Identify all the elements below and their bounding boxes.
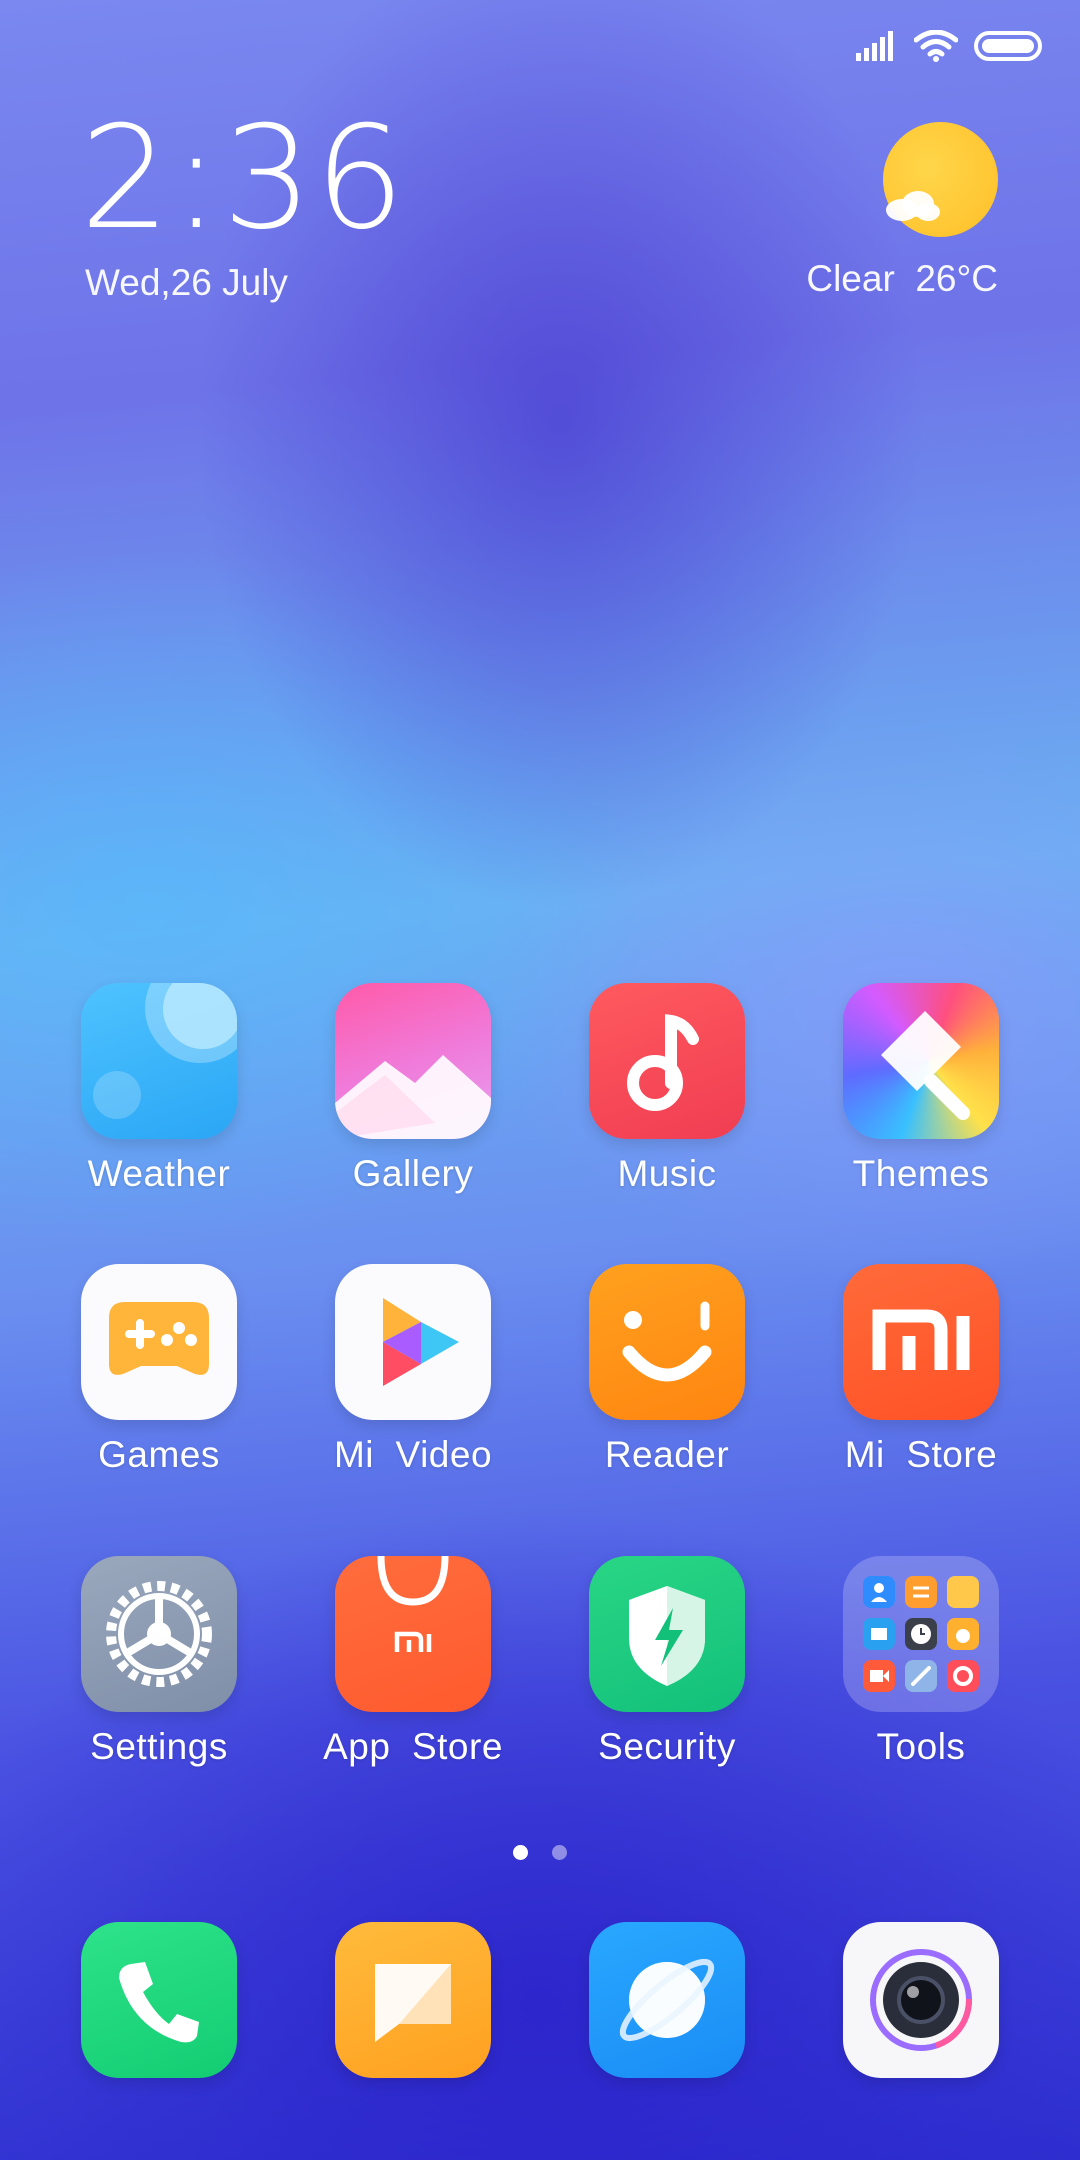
app-label: App Store: [323, 1726, 503, 1767]
wifi-icon: [914, 30, 958, 62]
app-reader[interactable]: Reader: [547, 1264, 787, 1476]
signal-icon: [856, 31, 898, 61]
settings-icon[interactable]: [81, 1556, 237, 1712]
app-label: Settings: [90, 1726, 228, 1767]
folder-icon[interactable]: [843, 1556, 999, 1712]
folder-tools[interactable]: Tools: [801, 1556, 1041, 1768]
app-games[interactable]: Games: [39, 1264, 279, 1476]
dock-camera[interactable]: [801, 1922, 1041, 2078]
dock-messages[interactable]: [293, 1922, 533, 2078]
battery-icon: [974, 31, 1042, 61]
cloud-icon: [886, 191, 940, 221]
themes-icon[interactable]: [843, 983, 999, 1139]
page-dot-2[interactable]: [552, 1845, 567, 1860]
app-app-store[interactable]: App Store: [293, 1556, 533, 1768]
mi-video-icon[interactable]: [335, 1264, 491, 1420]
app-label: Mi Video: [333, 1434, 493, 1475]
dock-phone[interactable]: [39, 1922, 279, 2078]
games-icon[interactable]: [81, 1264, 237, 1420]
browser-icon[interactable]: [589, 1922, 745, 2078]
weather-app-icon[interactable]: [81, 983, 237, 1139]
security-icon[interactable]: [589, 1556, 745, 1712]
status-bar: [856, 30, 1042, 62]
app-weather[interactable]: Weather: [39, 983, 279, 1195]
messages-icon[interactable]: [335, 1922, 491, 2078]
app-music[interactable]: Music: [547, 983, 787, 1195]
phone-icon[interactable]: [81, 1922, 237, 2078]
folder-label: Tools: [876, 1726, 966, 1767]
app-mi-video[interactable]: Mi Video: [293, 1264, 533, 1476]
app-label: Weather: [87, 1153, 231, 1194]
app-gallery[interactable]: Gallery: [293, 983, 533, 1195]
weather-summary[interactable]: Clear 26°C: [806, 258, 998, 300]
music-icon[interactable]: [589, 983, 745, 1139]
app-store-icon[interactable]: [335, 1556, 491, 1712]
page-dot-1[interactable]: [513, 1845, 528, 1860]
app-label: Music: [617, 1153, 717, 1194]
app-label: Themes: [852, 1153, 990, 1194]
app-label: Security: [598, 1726, 736, 1767]
camera-icon[interactable]: [843, 1922, 999, 2078]
app-label: Gallery: [352, 1153, 474, 1194]
app-label: Games: [98, 1434, 220, 1475]
app-label: Mi Store: [844, 1434, 998, 1475]
app-themes[interactable]: Themes: [801, 983, 1041, 1195]
clock-date: Wed,26 July: [85, 262, 288, 303]
app-settings[interactable]: Settings: [39, 1556, 279, 1768]
clock-time[interactable]: 2:36: [80, 108, 407, 250]
app-mi-store[interactable]: Mi Store: [801, 1264, 1041, 1476]
dock-browser[interactable]: [547, 1922, 787, 2078]
page-indicator[interactable]: [0, 1845, 1080, 1860]
gallery-icon[interactable]: [335, 983, 491, 1139]
mi-store-icon[interactable]: [843, 1264, 999, 1420]
app-security[interactable]: Security: [547, 1556, 787, 1768]
app-label: Reader: [604, 1434, 730, 1475]
reader-icon[interactable]: [589, 1264, 745, 1420]
